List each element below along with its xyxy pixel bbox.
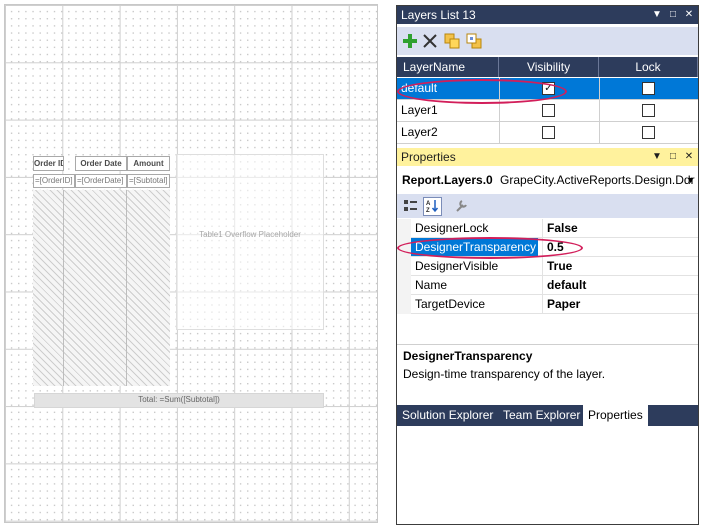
table-header-order-id[interactable]: Order ID: [33, 156, 64, 171]
visibility-checkbox[interactable]: [542, 104, 555, 117]
row-gutter: [397, 257, 411, 276]
close-icon[interactable]: ✕: [684, 148, 694, 166]
maximize-icon[interactable]: □: [668, 148, 678, 166]
description-text: Design-time transparency of the layer.: [403, 367, 606, 381]
column-header-visibility[interactable]: Visibility: [499, 57, 599, 77]
property-row-designervisible[interactable]: DesignerVisible True: [397, 257, 698, 276]
property-row-name[interactable]: Name default: [397, 276, 698, 295]
property-row-targetdevice[interactable]: TargetDevice Paper: [397, 295, 698, 314]
lock-checkbox[interactable]: [642, 104, 655, 117]
property-value[interactable]: True: [547, 257, 572, 275]
column-header-lock[interactable]: Lock: [599, 57, 698, 77]
column-divider: [542, 219, 543, 238]
report-designer[interactable]: Table1 Overflow Placeholder Order ID Ord…: [0, 0, 393, 531]
column-divider: [63, 190, 64, 386]
categorized-icon[interactable]: [402, 197, 419, 214]
overflow-placeholder[interactable]: Table1 Overflow Placeholder: [176, 154, 324, 330]
table-header-amount[interactable]: Amount: [127, 156, 170, 171]
layer-name: default: [401, 81, 438, 95]
close-icon[interactable]: ✕: [684, 6, 694, 24]
property-row-designertransparency[interactable]: DesignerTransparency 0.5: [397, 238, 698, 257]
column-header-layername[interactable]: LayerName: [397, 57, 499, 77]
bring-forward-icon[interactable]: [443, 32, 461, 50]
property-value[interactable]: False: [547, 219, 578, 237]
object-type: GrapeCity.ActiveReports.Design.Ddr: [500, 173, 695, 187]
column-divider: [542, 238, 543, 257]
property-name: TargetDevice: [415, 297, 486, 311]
chevron-down-icon[interactable]: ▼: [686, 168, 695, 192]
object-name: Report.Layers.0: [402, 173, 493, 187]
overflow-placeholder-label: Table1 Overflow Placeholder: [199, 229, 301, 239]
alphabetical-icon[interactable]: AZ: [423, 197, 442, 216]
grid-line: [499, 100, 500, 122]
tab-team-explorer[interactable]: Team Explorer: [498, 405, 585, 426]
column-divider: [542, 257, 543, 276]
lock-checkbox[interactable]: [642, 82, 655, 95]
add-layer-icon[interactable]: [401, 32, 419, 50]
column-divider: [542, 276, 543, 295]
table-header-order-date[interactable]: Order Date: [75, 156, 127, 171]
maximize-icon[interactable]: □: [668, 6, 678, 24]
layer-row-layer1[interactable]: Layer1: [397, 100, 698, 122]
pin-icon[interactable]: ▼: [652, 6, 662, 24]
properties-grid: DesignerLock False DesignerTransparency …: [397, 219, 698, 339]
visibility-checkbox[interactable]: [542, 126, 555, 139]
property-row-designerlock[interactable]: DesignerLock False: [397, 219, 698, 238]
table-detail-hatched-area: [33, 190, 170, 386]
property-description: DesignerTransparency Design-time transpa…: [397, 344, 698, 404]
layers-panel-title-bar[interactable]: Layers List 13 ▼ □ ✕: [397, 6, 698, 24]
grid-line: [599, 78, 600, 100]
row-gutter: [397, 295, 411, 314]
delete-layer-icon[interactable]: [421, 32, 439, 50]
layers-panel-title: Layers List 13: [401, 8, 476, 22]
layer-name: Layer1: [401, 103, 438, 117]
layer-name: Layer2: [401, 125, 438, 139]
panel-empty-area: [397, 426, 698, 524]
table-cell-order-id[interactable]: =[OrderID]: [33, 174, 75, 188]
lock-checkbox[interactable]: [642, 126, 655, 139]
row-gutter: [397, 276, 411, 295]
grid-line: [499, 122, 500, 144]
grid-line: [499, 78, 500, 100]
property-value[interactable]: Paper: [547, 295, 580, 313]
svg-text:Z: Z: [426, 208, 430, 213]
layers-toolbar: [397, 27, 698, 55]
layer-row-default[interactable]: default ✓: [397, 78, 698, 100]
column-divider: [126, 190, 127, 386]
table-cell-amount[interactable]: =[Subtotal]: [127, 174, 170, 188]
properties-panel-title: Properties: [401, 150, 456, 164]
layers-grid: LayerName Visibility Lock default ✓ Laye…: [397, 57, 698, 146]
property-name: DesignerVisible: [415, 259, 499, 273]
visibility-checkbox[interactable]: ✓: [542, 82, 555, 95]
grid-line: [599, 100, 600, 122]
property-name: DesignerTransparency: [411, 238, 538, 256]
properties-toolbar: AZ: [397, 194, 698, 218]
property-value[interactable]: 0.5: [547, 238, 564, 256]
properties-panel-title-bar[interactable]: Properties ▼ □ ✕: [397, 148, 698, 166]
column-divider: [542, 295, 543, 314]
description-title: DesignerTransparency: [403, 349, 533, 363]
property-pages-icon[interactable]: [453, 197, 470, 214]
bottom-tab-strip: Solution Explorer Team Explorer Properti…: [397, 405, 698, 426]
grid-line: [599, 122, 600, 144]
property-name: Name: [415, 278, 448, 292]
object-selector[interactable]: Report.Layers.0 GrapeCity.ActiveReports.…: [397, 168, 698, 192]
tab-properties[interactable]: Properties: [583, 405, 648, 426]
svg-text:A: A: [426, 201, 431, 207]
tab-solution-explorer[interactable]: Solution Explorer: [397, 405, 498, 426]
row-gutter: [397, 238, 411, 257]
property-name: DesignerLock: [415, 221, 489, 235]
send-backward-icon[interactable]: [465, 32, 483, 50]
row-gutter: [397, 219, 411, 238]
property-value[interactable]: default: [547, 276, 586, 294]
pin-icon[interactable]: ▼: [652, 148, 662, 166]
layer-row-layer2[interactable]: Layer2: [397, 122, 698, 144]
table-cell-order-date[interactable]: =[OrderDate]: [75, 174, 127, 188]
total-textbox[interactable]: Total: =Sum([Subtotal]): [34, 393, 324, 408]
